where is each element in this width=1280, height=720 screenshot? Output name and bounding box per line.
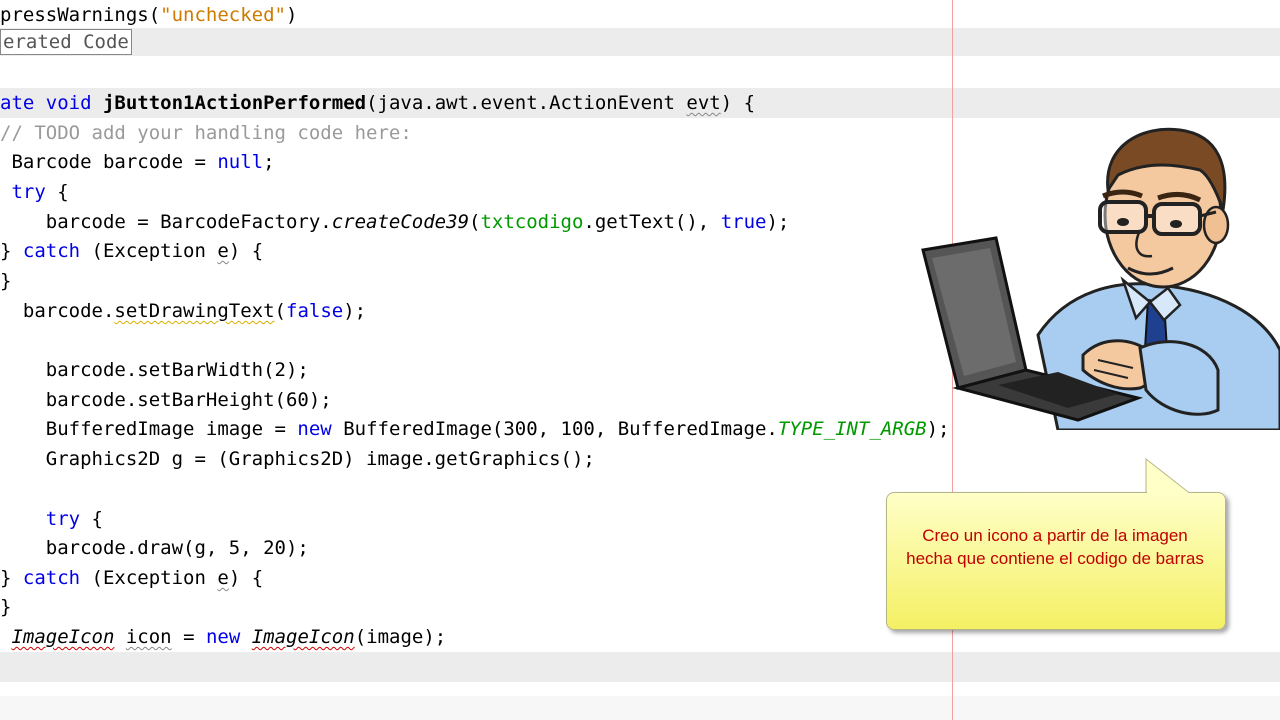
line-highlight [0, 28, 1280, 56]
editor-bottom-area [0, 696, 1280, 720]
man-with-laptop-illustration [918, 120, 1280, 432]
code-line-graphics2d: Graphics2D g = (Graphics2D) image.getGra… [0, 448, 595, 470]
code-line-annotation: pressWarnings("unchecked") [0, 4, 298, 26]
code-line-image-icon: ImageIcon icon = new ImageIcon(image); [11, 626, 447, 648]
code-line-barcode-draw: barcode.draw(g, 5, 20); [0, 537, 309, 559]
code-line-barcode-decl: Barcode barcode = null; [0, 151, 275, 173]
code-line-method-signature: ate void jButton1ActionPerformed(java.aw… [0, 92, 756, 114]
code-line-catch: } catch (Exception e) { [0, 567, 264, 589]
code-line-set-bar-width: barcode.setBarWidth(2); [0, 359, 309, 381]
callout-balloon: Creo un icono a partir de la imagen hech… [880, 455, 1240, 640]
code-line-catch: } catch (Exception e) { [0, 240, 264, 262]
callout-text: Creo un icono a partir de la imagen hech… [906, 526, 1204, 568]
generated-code-fold[interactable]: erated Code [0, 29, 132, 55]
code-line-try: try { [11, 181, 69, 203]
code-line-close-brace: } [0, 270, 12, 292]
code-line-buffered-image: BufferedImage image = new BufferedImage(… [0, 418, 950, 440]
code-line-comment: // TODO add your handling code here: [0, 122, 412, 144]
code-line-create-code39: barcode = BarcodeFactory.createCode39(tx… [0, 211, 790, 233]
code-line-close-brace: } [0, 596, 12, 618]
code-line-set-drawing-text: barcode.setDrawingText(false); [0, 300, 367, 322]
current-line-highlight [0, 652, 1280, 682]
code-line-fold: erated Code [0, 28, 132, 56]
code-line-try: try { [45, 508, 103, 530]
code-line-set-bar-height: barcode.setBarHeight(60); [0, 389, 332, 411]
